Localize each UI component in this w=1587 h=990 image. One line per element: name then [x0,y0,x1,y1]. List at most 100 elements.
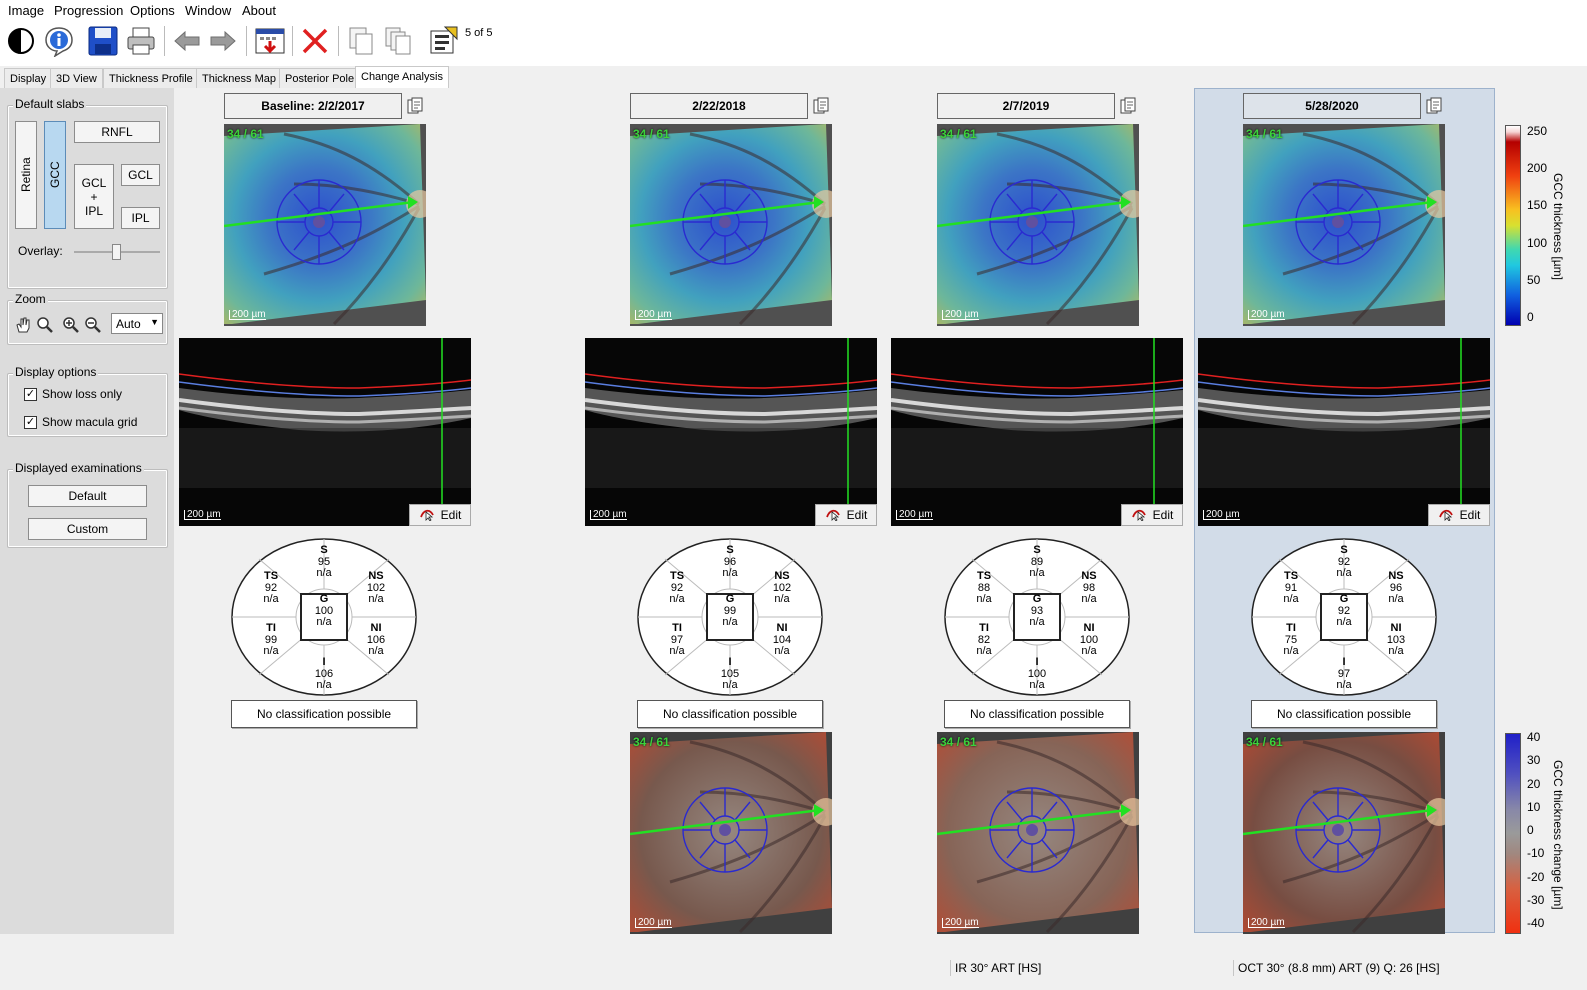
default-button[interactable]: Default [28,485,147,507]
classification-box: No classification possible [231,700,417,728]
contrast-icon[interactable] [4,24,38,58]
sector-name: TS [669,570,685,582]
show-macula-grid-checkbox[interactable]: ✓ [24,416,37,429]
sector-ni: NI 106 n/a [356,622,396,658]
copy-all-icon[interactable] [382,24,416,58]
tab-thickness-profile[interactable]: Thickness Profile [103,68,199,88]
edit-cursor-icon [419,507,435,524]
edit-cursor-icon [1438,507,1454,524]
sector-name: NI [370,622,382,634]
change-map-image[interactable]: 34 / 61 200 µm [630,732,832,934]
scale-bar: 200 µm [590,510,627,520]
menu-window[interactable]: Window [185,3,231,18]
oct-bscan-image[interactable]: 200 µm Edit [1198,338,1490,526]
menu-image[interactable]: Image [8,3,44,18]
sector-s: S 96 n/a [710,544,750,580]
zoom-in-icon[interactable] [62,316,80,334]
sector-change: n/a [316,679,332,691]
menu-bar: Image Progression Options Window About [0,0,1587,20]
sector-ns: NS 98 n/a [1069,570,1109,606]
retina-slab-button[interactable]: Retina [15,121,37,229]
magnifier-icon[interactable] [36,316,54,334]
tab-display[interactable]: Display [4,68,53,88]
hand-icon[interactable] [14,316,32,334]
sector-change: n/a [263,593,279,605]
gcc-slab-button[interactable]: GCC [44,121,66,229]
sector-name: G [1339,593,1349,605]
sector-name: NI [1083,622,1095,634]
sector-name: NS [1388,570,1404,582]
gcc-change-colorbar [1505,733,1521,934]
sector-g: G 92 n/a [1324,593,1364,629]
thickness-map-image[interactable]: 34 / 61 200 µm [937,124,1139,326]
change-map-image[interactable]: 34 / 61 200 µm [1243,732,1445,934]
menu-progression[interactable]: Progression [54,3,123,18]
oct-bscan-image[interactable]: 200 µm Edit [179,338,471,526]
oct-bscan-image[interactable]: 200 µm Edit [891,338,1183,526]
gcc-sector-chart: S 95 n/a NS 102 n/a TS 92 n/a G 100 n/a TI 99 n/a NI 106… [231,537,417,697]
menu-about[interactable]: About [242,3,276,18]
edit-segmentation-button[interactable]: Edit [815,504,877,526]
exam-counter: 5 of 5 [465,27,493,39]
copy-icon[interactable] [344,24,378,58]
sector-name: G [1032,593,1042,605]
document-icon[interactable] [1425,97,1443,115]
gcl-slab-button[interactable]: GCL [121,164,160,186]
change-map-image[interactable]: 34 / 61 200 µm [937,732,1139,934]
tab-posterior-pole[interactable]: Posterior Pole [279,68,361,88]
rnfl-slab-button[interactable]: RNFL [74,121,160,143]
oct-bscan-image[interactable]: 200 µm Edit [585,338,877,526]
sector-s: S 95 n/a [304,544,344,580]
ipl-slab-button[interactable]: IPL [121,207,160,229]
edit-label: Edit [440,508,462,522]
exam-date-header: 2/7/2019 [937,93,1115,119]
thickness-tick-label: 0 [1527,310,1534,324]
scan-position-label: 34 / 61 [633,127,670,141]
gcc-change-colorbar-title: GCC thickness change [µm] [1551,760,1565,910]
sector-ns: NS 102 n/a [356,570,396,606]
sector-change: n/a [1283,593,1299,605]
zoom-select[interactable]: Auto ▼ [111,313,163,334]
report-icon[interactable] [426,24,460,58]
zoom-out-icon[interactable] [84,316,102,334]
delete-icon[interactable] [298,24,332,58]
scale-bar: 200 µm [1248,310,1285,320]
info-icon[interactable] [42,24,76,58]
sector-change: n/a [722,616,738,628]
overlay-slider-thumb[interactable] [112,244,121,260]
print-icon[interactable] [124,24,158,58]
back-arrow-icon[interactable] [170,24,204,58]
edit-segmentation-button[interactable]: Edit [409,504,471,526]
tab-change-analysis[interactable]: Change Analysis [355,66,449,88]
edit-segmentation-button[interactable]: Edit [1428,504,1490,526]
default-slabs-group: Default slabs Retina GCC RNFL GCL + IPL … [7,97,168,289]
thickness-map-image[interactable]: 34 / 61 200 µm [224,124,426,326]
scan-position-label: 34 / 61 [633,735,670,749]
sector-change: n/a [1029,567,1045,579]
sidebar: Default slabs Retina GCC RNFL GCL + IPL … [0,88,174,934]
forward-arrow-icon[interactable] [206,24,240,58]
edit-segmentation-button[interactable]: Edit [1121,504,1183,526]
tab-3d-view[interactable]: 3D View [50,68,103,88]
thickness-map-image[interactable]: 34 / 61 200 µm [1243,124,1445,326]
tab-thickness-map[interactable]: Thickness Map [196,68,282,88]
scale-bar: 200 µm [229,310,266,320]
document-icon[interactable] [812,97,830,115]
sector-g: G 93 n/a [1017,593,1057,629]
thickness-map-image[interactable]: 34 / 61 200 µm [630,124,832,326]
sector-change: n/a [1336,616,1352,628]
menu-options[interactable]: Options [130,3,175,18]
default-slabs-title: Default slabs [13,97,87,111]
scale-bar: 200 µm [896,510,933,520]
edit-label: Edit [1152,508,1174,522]
document-icon[interactable] [1119,97,1137,115]
save-icon[interactable] [86,24,120,58]
export-icon[interactable] [253,24,287,58]
show-loss-only-checkbox[interactable]: ✓ [24,388,37,401]
sector-g: G 99 n/a [710,593,750,629]
sector-change: n/a [1283,645,1299,657]
sector-name: G [725,593,735,605]
document-icon[interactable] [406,97,424,115]
gcl-ipl-slab-button[interactable]: GCL + IPL [74,164,114,229]
custom-button[interactable]: Custom [28,518,147,540]
